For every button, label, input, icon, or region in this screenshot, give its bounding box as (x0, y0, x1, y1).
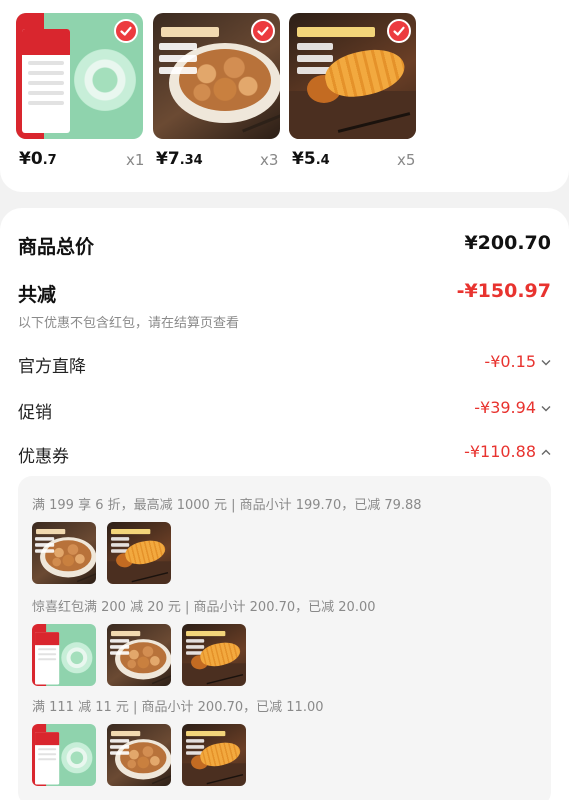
product-price: ¥5.4 (292, 149, 330, 169)
official-discount-value: -¥0.15 (484, 352, 536, 371)
tape-product-thumbnail (32, 724, 96, 786)
product-price: ¥0.7 (19, 149, 57, 169)
squid-product-image (289, 13, 416, 139)
total-price-label: 商品总价 (18, 236, 95, 258)
coupon-label: 优惠券 (18, 447, 69, 467)
checkmark-icon[interactable] (251, 19, 275, 43)
coupon-detail-panel: 满 199 享 6 折，最高减 1000 元 | 商品小计 199.70，已减 … (18, 476, 551, 800)
mushroom-product-image (153, 13, 280, 139)
squid-product-thumbnail (182, 724, 246, 786)
coupon-detail-text: 惊喜红包满 200 减 20 元 | 商品小计 200.70，已减 20.00 (32, 600, 376, 615)
checkmark-icon[interactable] (387, 19, 411, 43)
total-discount-label: 共减 (18, 284, 57, 306)
discount-note: 以下优惠不包含红包，请在结算页查看 (18, 316, 240, 331)
product-quantity: x5 (397, 151, 416, 169)
coupon-detail-text: 满 111 减 11 元 | 商品小计 200.70，已减 11.00 (32, 700, 324, 715)
product-item[interactable]: ¥7.34 x3 (153, 13, 280, 169)
product-item[interactable]: ¥5.4 x5 (289, 13, 416, 169)
chevron-up-icon[interactable] (541, 445, 551, 459)
squid-product-thumbnail (182, 624, 246, 686)
mushroom-product-thumbnail (107, 724, 171, 786)
product-quantity: x1 (126, 151, 145, 169)
checkmark-icon[interactable] (114, 19, 138, 43)
tape-product-image (16, 13, 143, 139)
product-quantity: x3 (260, 151, 279, 169)
mushroom-product-thumbnail (32, 522, 96, 584)
product-item[interactable]: ¥0.7 x1 (16, 13, 144, 169)
total-price-value: ¥200.70 (464, 232, 551, 254)
coupon-value: -¥110.88 (464, 442, 536, 461)
official-discount-label: 官方直降 (18, 357, 86, 377)
promotion-value: -¥39.94 (474, 398, 536, 417)
coupon-detail-text: 满 199 享 6 折，最高减 1000 元 | 商品小计 199.70，已减 … (32, 498, 422, 513)
price-summary-card: 商品总价 ¥200.70 共减 -¥150.97 以下优惠不包含红包，请在结算页… (0, 208, 569, 800)
chevron-down-icon[interactable] (541, 355, 551, 369)
product-price: ¥7.34 (156, 149, 203, 169)
tape-product-thumbnail (32, 624, 96, 686)
total-discount-value: -¥150.97 (456, 280, 551, 302)
promotion-label: 促销 (18, 403, 52, 423)
selected-products-card: ¥0.7 x1 ¥7.34 x3 ¥5.4 x5 (0, 0, 569, 192)
chevron-down-icon[interactable] (541, 401, 551, 415)
mushroom-product-thumbnail (107, 624, 171, 686)
squid-product-thumbnail (107, 522, 171, 584)
